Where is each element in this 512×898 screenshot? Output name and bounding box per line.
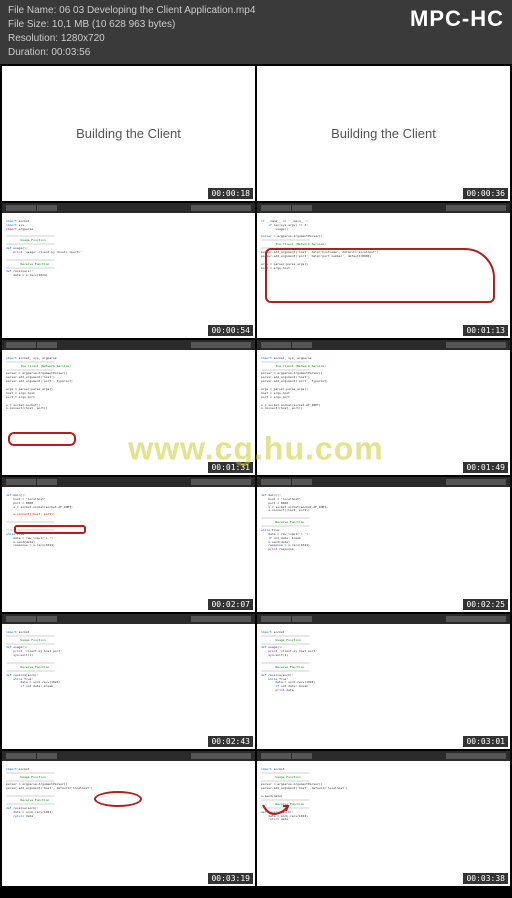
thumbnail[interactable]: def main(): host = 'localhost' port = 80… [257, 477, 510, 612]
player-name: MPC-HC [410, 4, 504, 35]
timestamp: 00:00:54 [208, 325, 253, 336]
timestamp: 00:00:18 [208, 188, 253, 199]
thumbnail[interactable]: import socket ==========================… [2, 751, 255, 886]
code-content: import socket, sys, argparse ===========… [2, 350, 255, 418]
thumbnail[interactable]: import socket, sys, argparse ===========… [257, 340, 510, 475]
header: File Name: 06 03 Developing the Client A… [0, 0, 512, 64]
code-content: import socket, sys, argparse ===========… [257, 350, 510, 418]
file-name-value: 06 03 Developing the Client Application.… [59, 5, 255, 16]
code-editor: import socket ==========================… [2, 614, 255, 749]
file-info: File Name: 06 03 Developing the Client A… [8, 4, 255, 60]
timestamp: 00:01:49 [463, 462, 508, 473]
timestamp: 00:01:13 [463, 325, 508, 336]
duration-value: 00:03:56 [51, 47, 90, 58]
code-editor: import socket ==========================… [257, 751, 510, 886]
timestamp: 00:03:38 [463, 873, 508, 884]
thumbnail[interactable]: import socket ==========================… [257, 614, 510, 749]
editor-toolbar [257, 614, 510, 624]
thumbnail[interactable]: Building the Client 00:00:18 [2, 66, 255, 201]
code-editor: import socket, sys, argparse ===========… [257, 340, 510, 475]
editor-toolbar [257, 751, 510, 761]
editor-toolbar [2, 340, 255, 350]
timestamp: 00:02:25 [463, 599, 508, 610]
editor-toolbar [2, 751, 255, 761]
code-editor: import socket ==========================… [257, 614, 510, 749]
slide-title: Building the Client [2, 66, 255, 201]
resolution-value: 1280x720 [61, 33, 105, 44]
editor-toolbar [2, 614, 255, 624]
code-content: def main(): host = 'localhost' port = 80… [2, 487, 255, 555]
thumbnail[interactable]: if __name__ == '__main__': if len(sys.ar… [257, 203, 510, 338]
thumbnail[interactable]: import socket ==========================… [257, 751, 510, 886]
code-content: import socket import sys import argparse… [2, 213, 255, 285]
thumbnail-grid: Building the Client 00:00:18 Building th… [0, 64, 512, 888]
code-editor: if __name__ == '__main__': if len(sys.ar… [257, 203, 510, 338]
code-editor: def main(): host = 'localhost' port = 80… [257, 477, 510, 612]
code-content: def main(): host = 'localhost' port = 80… [257, 487, 510, 559]
code-editor: import socket import sys import argparse… [2, 203, 255, 338]
editor-toolbar [257, 477, 510, 487]
editor-toolbar [2, 203, 255, 213]
thumbnail[interactable]: import socket, sys, argparse ===========… [2, 340, 255, 475]
timestamp: 00:02:43 [208, 736, 253, 747]
code-content: import socket ==========================… [2, 761, 255, 825]
timestamp: 00:03:01 [463, 736, 508, 747]
timestamp: 00:00:36 [463, 188, 508, 199]
code-content: if __name__ == '__main__': if len(sys.ar… [257, 213, 510, 277]
slide-title: Building the Client [257, 66, 510, 201]
code-content: import socket ==========================… [2, 624, 255, 696]
timestamp: 00:03:19 [208, 873, 253, 884]
code-editor: import socket, sys, argparse ===========… [2, 340, 255, 475]
thumbnail[interactable]: import socket ==========================… [2, 614, 255, 749]
code-content: import socket ==========================… [257, 761, 510, 829]
thumbnail[interactable]: import socket import sys import argparse… [2, 203, 255, 338]
timestamp: 00:02:07 [208, 599, 253, 610]
code-editor: def main(): host = 'localhost' port = 80… [2, 477, 255, 612]
thumbnail[interactable]: def main(): host = 'localhost' port = 80… [2, 477, 255, 612]
thumbnail[interactable]: Building the Client 00:00:36 [257, 66, 510, 201]
timestamp: 00:01:31 [208, 462, 253, 473]
editor-toolbar [257, 340, 510, 350]
editor-toolbar [257, 203, 510, 213]
code-editor: import socket ==========================… [2, 751, 255, 886]
code-content: import socket ==========================… [257, 624, 510, 700]
file-size-value: 10,1 MB (10 628 963 bytes) [52, 19, 175, 30]
editor-toolbar [2, 477, 255, 487]
